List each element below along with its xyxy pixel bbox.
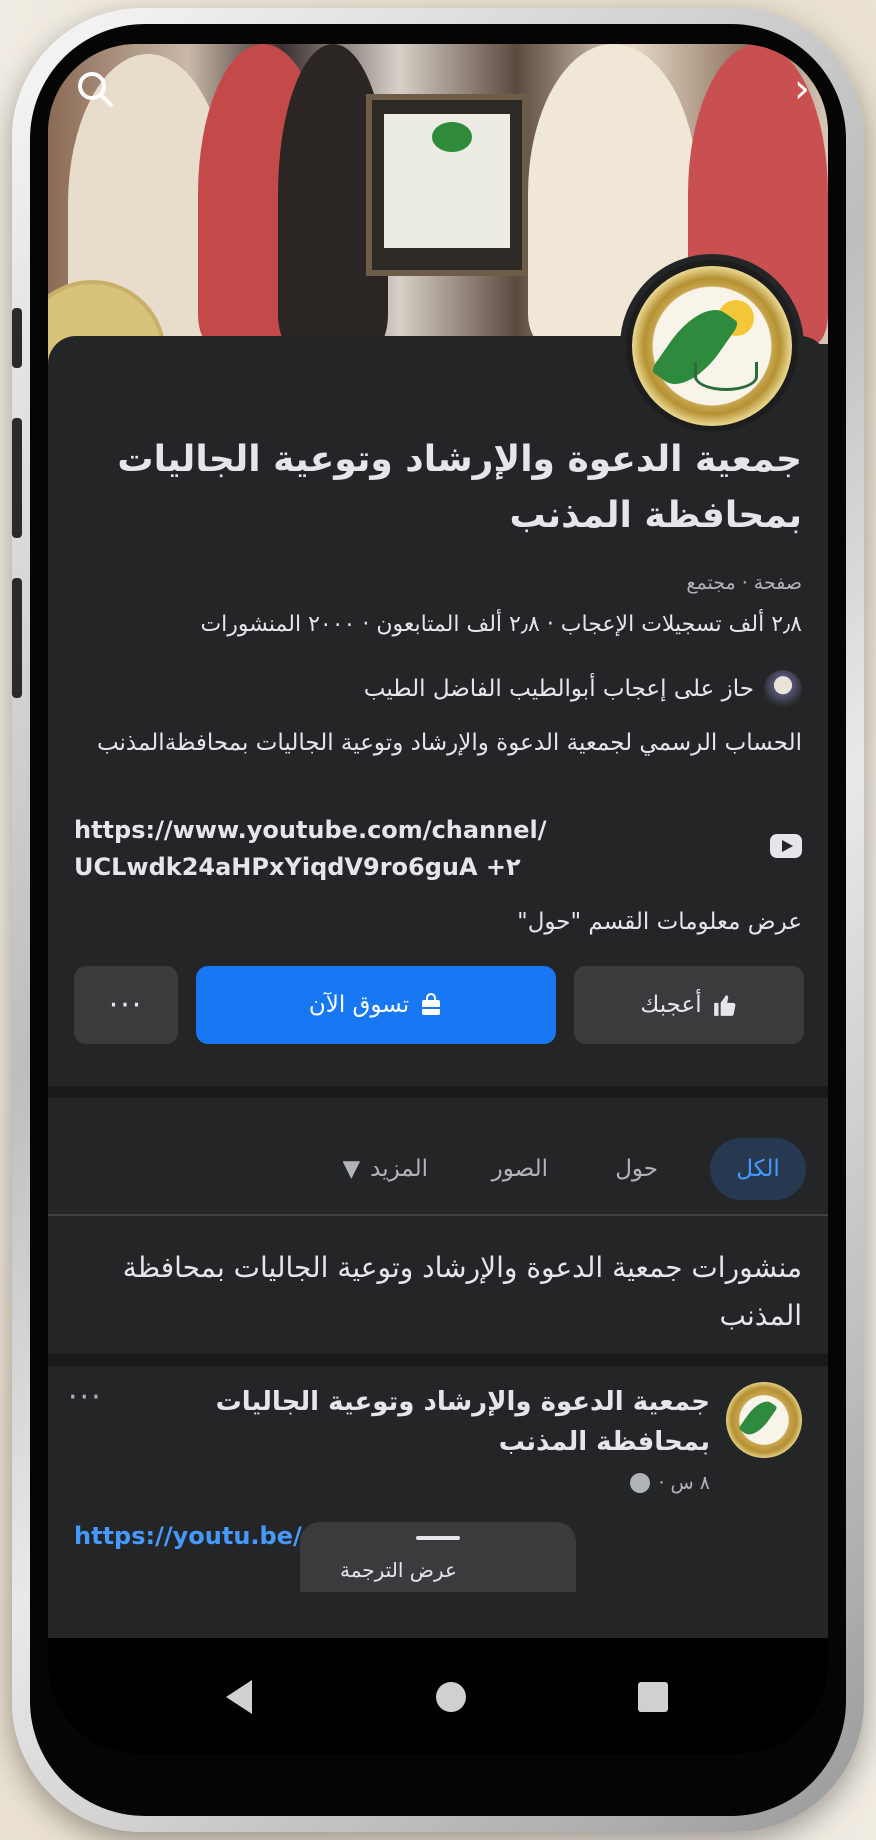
tab-about[interactable]: حول [615,1138,658,1200]
post-author-name[interactable]: جمعية الدعوة والإرشاد وتوعية الجاليات بم… [190,1382,710,1462]
globe-icon [630,1473,651,1493]
phone-side-button [12,308,22,368]
liked-by-text: حاز على إعجاب أبوالطيب الفاضل الطيب [363,676,754,702]
tab-more[interactable]: المزيد ▼ [342,1138,428,1200]
website-link-row[interactable]: https://www.youtube.com/channel/ UCLwdk2… [74,812,802,882]
post-meta: ٨ س · [630,1472,710,1494]
phone-side-button [12,578,22,698]
caret-down-icon: ▼ [342,1156,361,1182]
page-bio: الحساب الرسمي لجمعية الدعوة والإرشاد وتو… [96,730,802,756]
shop-now-button[interactable]: تسوق الآن [196,966,556,1044]
post-options-button[interactable]: ··· [68,1380,103,1415]
profile-picture[interactable] [620,254,804,438]
tab-photos[interactable]: الصور [492,1138,548,1200]
like-button[interactable]: أعجبك [574,966,804,1044]
screen: › جمعية الدعوة والإرشاد وتوعية الجاليات … [48,44,828,1754]
shop-label: تسوق الآن [308,992,410,1018]
liked-by-row[interactable]: حاز على إعجاب أبوالطيب الفاضل الطيب [364,670,802,708]
posts-section-title: منشورات جمعية الدعوة والإرشاد وتوعية الج… [122,1251,802,1332]
chevron-right-icon[interactable]: › [794,66,810,112]
youtube-icon [770,834,802,858]
sheet-handle[interactable] [416,1536,460,1540]
action-buttons: ··· تسوق الآن أعجبك [74,966,804,1046]
shopping-bag-icon [422,993,441,1015]
translation-label: عرض الترجمة [340,1558,457,1582]
thumbs-up-icon [713,995,736,1016]
back-icon[interactable] [226,1680,252,1714]
tabs-divider [48,1214,828,1216]
website-link[interactable]: https://www.youtube.com/channel/ UCLwdk2… [74,812,547,886]
post-time[interactable]: ٨ س · [658,1472,710,1494]
tab-all[interactable]: الكل [710,1138,806,1200]
page-category: صفحة · مجتمع [686,572,802,594]
android-nav-bar [48,1638,828,1754]
page-stats[interactable]: ٢٫٨ ألف تسجيلات الإعجاب · ٢٫٨ ألف المتاب… [62,612,802,637]
cover-plaque [366,94,528,276]
translation-sheet[interactable]: عرض الترجمة [300,1522,576,1592]
tab-more-label: المزيد [370,1156,428,1182]
section-divider [48,1354,828,1366]
section-divider [48,1086,828,1098]
home-icon[interactable] [436,1682,466,1712]
post-link[interactable]: https://youtu.be/ [74,1522,302,1550]
post-author-avatar[interactable] [726,1382,802,1458]
see-about-info-link[interactable]: عرض معلومات القسم "حول" [517,909,802,935]
friend-avatar [764,670,802,708]
like-label: أعجبك [640,992,702,1018]
search-icon[interactable] [74,68,118,112]
recent-apps-icon[interactable] [638,1682,668,1712]
page-title: جمعية الدعوة والإرشاد وتوعية الجاليات بم… [117,439,802,536]
page-tabs: الكل حول الصور المزيد ▼ [48,1098,828,1218]
phone-side-button [12,418,22,538]
more-options-button[interactable]: ··· [74,966,178,1044]
